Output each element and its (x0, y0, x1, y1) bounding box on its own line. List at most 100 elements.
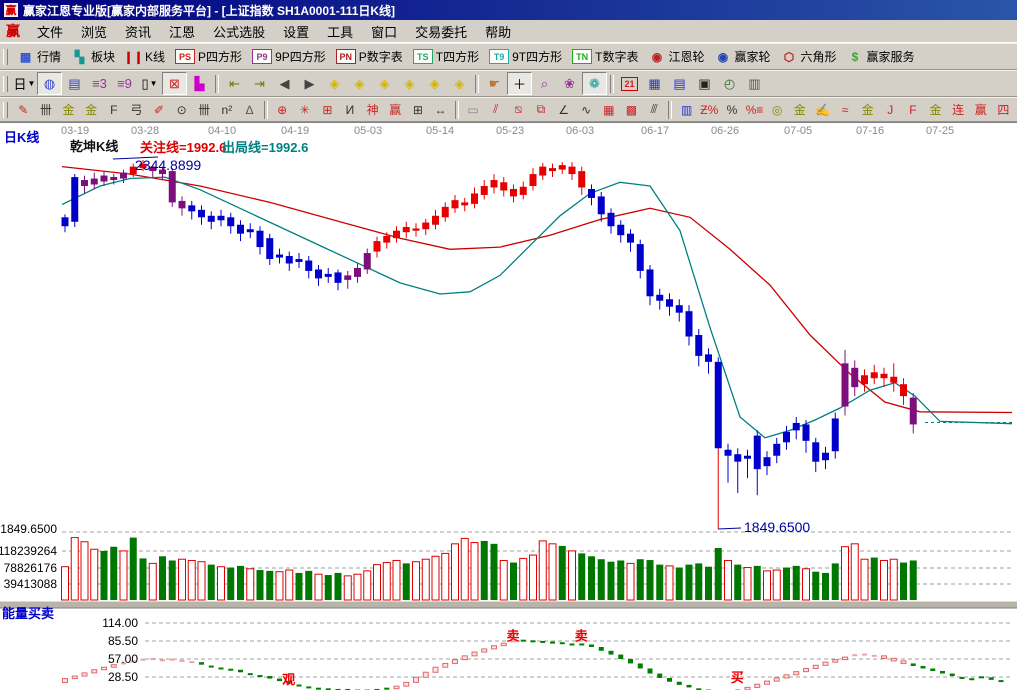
gold-lines-button[interactable]: 金 (788, 99, 811, 120)
win-angle-button[interactable]: 赢 (969, 99, 992, 120)
system-tool-button[interactable]: ▥ (742, 72, 767, 95)
stat-chart-button[interactable]: ▥ (675, 99, 698, 120)
gann-grid-1-button[interactable]: 卌 (35, 99, 58, 120)
menu-item-7[interactable]: 窗口 (362, 20, 406, 43)
win-tool-button[interactable]: 赢 (384, 99, 407, 120)
save-button[interactable]: ▣ (692, 72, 717, 95)
quotes-button[interactable]: ▦行情 (12, 46, 66, 67)
flower-tool-button[interactable]: ❀ (557, 72, 582, 95)
ray-fan-button[interactable]: ⫽ (484, 99, 507, 120)
diamond-arrow-2-button[interactable]: ◈ (347, 72, 372, 95)
9t-square-button[interactable]: T99T四方形 (484, 46, 567, 67)
si-angle-button[interactable]: 四 (992, 99, 1015, 120)
kline-button[interactable]: ❙❙K线 (120, 46, 170, 67)
rect-tool-button[interactable]: ▭ (462, 99, 485, 120)
hand-drag-button[interactable]: ☛ (482, 72, 507, 95)
title-bar[interactable]: 赢 赢家江恩专业版[赢家内部服务平台] - [上证指数 SH1A0001-111… (0, 0, 1017, 20)
menu-item-6[interactable]: 工具 (318, 20, 362, 43)
hash-lines-button[interactable]: 卌 (193, 99, 216, 120)
f-angle-button[interactable]: F (902, 99, 925, 120)
zoom-tool-button[interactable]: ⌕ (532, 72, 557, 95)
percent-z-button[interactable]: Ƶ% (698, 99, 721, 120)
last-page-button[interactable]: ⇥ (247, 72, 272, 95)
percent-z-icon: Ƶ% (700, 103, 718, 117)
gold-grid-1-button[interactable]: 金 (57, 99, 80, 120)
width-measure-button[interactable]: ↔ (429, 99, 452, 120)
winner-service-button[interactable]: $赢家服务 (842, 46, 920, 67)
t-square-button[interactable]: TST四方形 (408, 46, 484, 67)
world-time-button[interactable]: ◴ (717, 72, 742, 95)
menu-item-9[interactable]: 帮助 (476, 20, 520, 43)
menu-item-4[interactable]: 公式选股 (204, 20, 274, 43)
shen-tool-button[interactable]: 神 (361, 99, 384, 120)
parallel-lines-button[interactable]: ⫻ (643, 99, 666, 120)
diamond-arrow-1-button[interactable]: ◈ (322, 72, 347, 95)
p-square-button[interactable]: PSP四方形 (170, 46, 247, 67)
grid-box-button[interactable]: ⊞ (407, 99, 430, 120)
draw-pen-button[interactable]: ✎ (12, 99, 35, 120)
notes-button[interactable]: ▤ (667, 72, 692, 95)
gann-wheel-button[interactable]: ◉江恩轮 (643, 46, 709, 67)
percent-button[interactable]: % (721, 99, 744, 120)
first-page-button[interactable]: ⇤ (222, 72, 247, 95)
time-circle-button[interactable]: ⊙ (170, 99, 193, 120)
t-number-table-button[interactable]: TNT数字表 (567, 46, 643, 67)
menu-item-1[interactable]: 浏览 (72, 20, 116, 43)
diamond-arrow-3-icon: ◈ (380, 76, 390, 92)
gold-grid-2-button[interactable]: 金 (80, 99, 103, 120)
candle-type-button[interactable]: ▯▼ (137, 72, 162, 95)
pen-a-button[interactable]: ✍ (811, 99, 834, 120)
percent-lines-button[interactable]: %≡ (743, 99, 766, 120)
gold-angle-button[interactable]: 金 (856, 99, 879, 120)
gold-angle-2-button[interactable]: 金 (924, 99, 947, 120)
red-grid-1-button[interactable]: ▦ (598, 99, 621, 120)
gann-wheel-small-button[interactable]: ✳ (293, 99, 316, 120)
panel-divider (0, 601, 1017, 608)
box-fan-button[interactable]: ⧉ (530, 99, 553, 120)
p-number-table-button[interactable]: PNP数字表 (331, 46, 408, 67)
wave-mark-button[interactable]: И (339, 99, 362, 120)
diamond-arrow-5-button[interactable]: ◈ (422, 72, 447, 95)
red-grid-2-button[interactable]: ▩ (620, 99, 643, 120)
menu-item-8[interactable]: 交易委托 (406, 20, 476, 43)
sectors-button[interactable]: ▚板块 (66, 46, 120, 67)
bow-grid-button[interactable]: 弓 (125, 99, 148, 120)
menu-item-2[interactable]: 资讯 (116, 20, 160, 43)
chart-3-button[interactable]: ≡3 (87, 72, 112, 95)
menu-item-5[interactable]: 设置 (274, 20, 318, 43)
menu-item-3[interactable]: 江恩 (160, 20, 204, 43)
prev-bar-button[interactable]: ◀ (272, 72, 297, 95)
diamond-arrow-4-button[interactable]: ◈ (397, 72, 422, 95)
calendar-21-button[interactable]: 21 (617, 72, 642, 95)
winner-wheel-button[interactable]: ◉赢家轮 (709, 46, 775, 67)
chart-9-button[interactable]: ≡9 (112, 72, 137, 95)
chart-canvas[interactable]: 观卖卖买1849.6500118239264788261763941308811… (0, 123, 1017, 690)
qiankun-kline-button[interactable]: ⊠ (162, 72, 187, 95)
crosshair-button[interactable]: ＋ (507, 72, 532, 95)
info-doc-button[interactable]: ▤ (62, 72, 87, 95)
9p-square-button[interactable]: P99P四方形 (247, 46, 331, 67)
wave-channel-button[interactable]: ≈ (834, 99, 857, 120)
menu-item-0[interactable]: 文件 (28, 20, 72, 43)
web-grid-button[interactable]: ⊞ (316, 99, 339, 120)
angle-a-button[interactable]: ∆ (238, 99, 261, 120)
lian-angle-button[interactable]: 连 (947, 99, 970, 120)
j-angle-button[interactable]: J (879, 99, 902, 120)
angle-lines-button[interactable]: ∠ (552, 99, 575, 120)
gold-circle-button[interactable]: ◎ (766, 99, 789, 120)
next-bar-button[interactable]: ▶ (297, 72, 322, 95)
color-histogram-button[interactable]: ▙ (187, 72, 212, 95)
brush-tool-button[interactable]: ✐ (148, 99, 171, 120)
f-grid-button[interactable]: F (102, 99, 125, 120)
circle-cross-button[interactable]: ⊕ (271, 99, 294, 120)
box-diagonal-button[interactable]: ⧅ (507, 99, 530, 120)
n-squared-button[interactable]: n² (216, 99, 239, 120)
hexagon-button[interactable]: ⬡六角形 (776, 46, 842, 67)
calculator-button[interactable]: ▦ (642, 72, 667, 95)
brain-tool-button[interactable]: ❁ (582, 72, 607, 95)
period-day-button[interactable]: 日▼ (12, 72, 37, 95)
diamond-arrow-3-button[interactable]: ◈ (372, 72, 397, 95)
zigzag-button[interactable]: ∿ (575, 99, 598, 120)
diamond-arrow-6-button[interactable]: ◈ (447, 72, 472, 95)
chart-pattern-button[interactable]: ◍ (37, 72, 62, 95)
